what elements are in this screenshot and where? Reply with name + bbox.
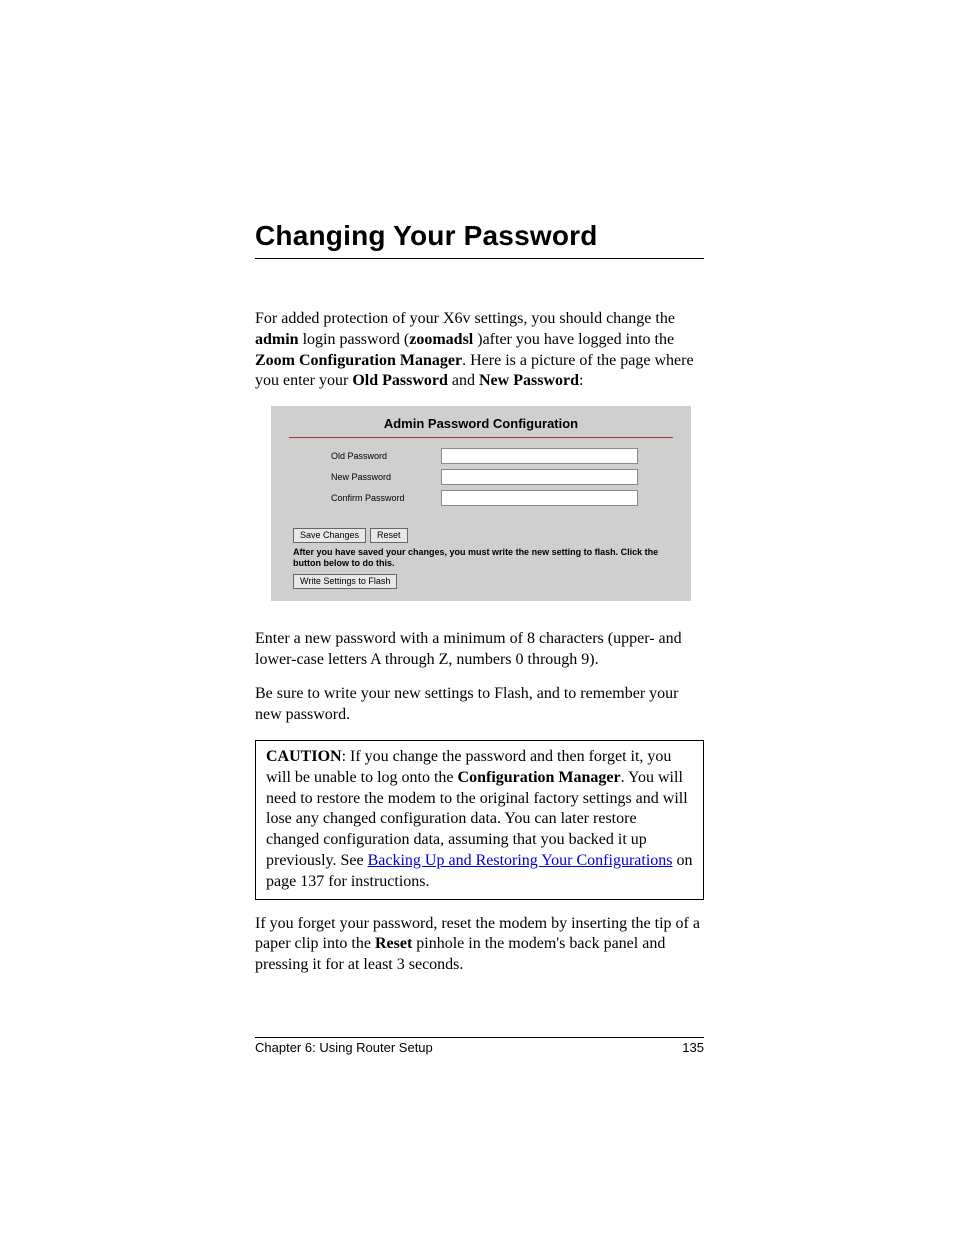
- new-password-label: New Password: [331, 472, 441, 482]
- confirm-password-label: Confirm Password: [331, 493, 441, 503]
- paragraph-requirements: Enter a new password with a minimum of 8…: [255, 629, 704, 671]
- intro-text: login password (: [299, 331, 410, 348]
- write-settings-button[interactable]: Write Settings to Flash: [293, 574, 397, 589]
- button-row: Save Changes Reset: [293, 528, 691, 543]
- new-password-field[interactable]: [441, 469, 638, 485]
- backup-restore-link[interactable]: Backing Up and Restoring Your Configurat…: [368, 852, 673, 869]
- screenshot-title: Admin Password Configuration: [271, 416, 691, 437]
- embedded-screenshot: Admin Password Configuration Old Passwor…: [271, 406, 691, 601]
- intro-text: For added protection of your X6v setting…: [255, 310, 675, 327]
- screenshot-divider: [289, 437, 673, 438]
- caution-box: CAUTION: If you change the password and …: [255, 740, 704, 900]
- flash-button-row: Write Settings to Flash: [293, 571, 691, 589]
- paragraph-forget-reset: If you forget your password, reset the m…: [255, 914, 704, 976]
- footer-rule: [255, 1037, 704, 1038]
- form-row-old-password: Old Password: [271, 448, 691, 464]
- paragraph-flash-reminder: Be sure to write your new settings to Fl…: [255, 684, 704, 726]
- intro-bold-zoomadsl: zoomadsl: [409, 331, 473, 348]
- intro-paragraph: For added protection of your X6v setting…: [255, 309, 704, 392]
- intro-text: )after you have logged into the: [473, 331, 674, 348]
- intro-bold-oldpw: Old Password: [352, 372, 448, 389]
- page-footer: Chapter 6: Using Router Setup 135: [255, 1029, 704, 1055]
- form-row-confirm-password: Confirm Password: [271, 490, 691, 506]
- heading-rule: [255, 258, 704, 259]
- intro-text: and: [448, 372, 479, 389]
- intro-bold-zcm: Zoom Configuration Manager: [255, 352, 462, 369]
- form-row-new-password: New Password: [271, 469, 691, 485]
- confirm-password-field[interactable]: [441, 490, 638, 506]
- old-password-label: Old Password: [331, 451, 441, 461]
- reset-button[interactable]: Reset: [370, 528, 408, 543]
- intro-bold-admin: admin: [255, 331, 299, 348]
- page-heading: Changing Your Password: [255, 220, 704, 252]
- forget-bold-reset: Reset: [375, 935, 412, 952]
- footer-page-number: 135: [682, 1040, 704, 1055]
- old-password-field[interactable]: [441, 448, 638, 464]
- footer-chapter: Chapter 6: Using Router Setup: [255, 1040, 433, 1055]
- caution-label: CAUTION: [266, 748, 342, 765]
- caution-bold-cm: Configuration Manager: [458, 769, 621, 786]
- intro-bold-newpw: New Password: [479, 372, 579, 389]
- intro-text: :: [579, 372, 583, 389]
- save-changes-button[interactable]: Save Changes: [293, 528, 366, 543]
- flash-note: After you have saved your changes, you m…: [293, 547, 669, 569]
